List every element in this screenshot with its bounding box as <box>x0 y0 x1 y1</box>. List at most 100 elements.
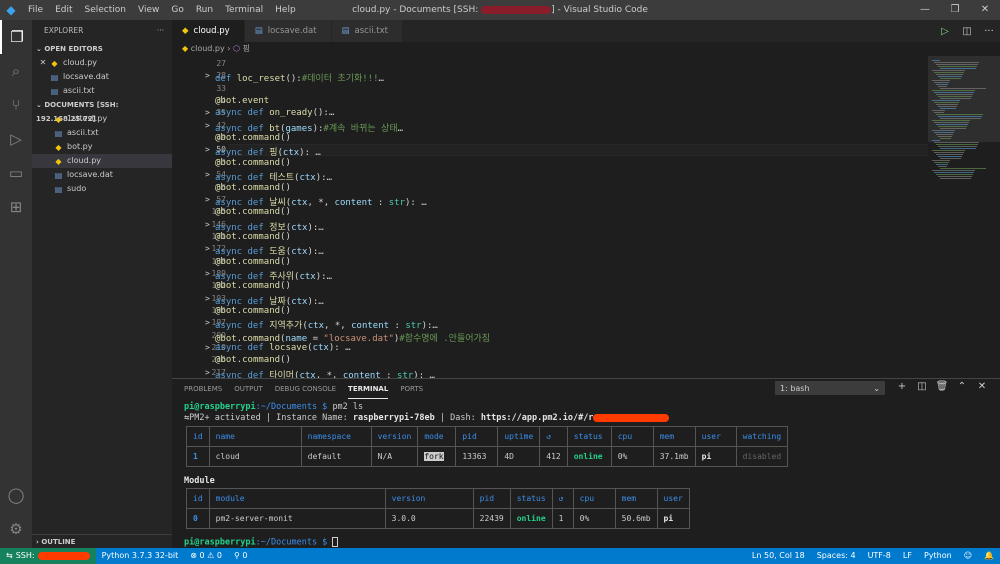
file-item[interactable]: ▤ ascii.txt <box>32 126 172 140</box>
terminal[interactable]: pi@raspberrypi:~/Documents $ pm2 ls ⇆PM2… <box>184 399 994 549</box>
fold-chevron-icon[interactable]: > <box>205 269 210 278</box>
panel-tab-ports[interactable]: PORTS <box>400 380 423 398</box>
settings-gear-icon[interactable]: ⚙ <box>0 512 32 546</box>
new-terminal-icon[interactable]: + <box>892 381 912 392</box>
notifications-bell-icon[interactable]: 🔔 <box>978 548 1000 564</box>
extensions-icon[interactable]: ⊞ <box>0 190 32 224</box>
panel-tab-output[interactable]: OUTPUT <box>234 380 263 398</box>
split-terminal-icon[interactable]: ◫ <box>912 381 932 392</box>
file-item[interactable]: ▤ locsave.dat <box>32 168 172 182</box>
ports-count[interactable]: ⚲ 0 <box>228 548 254 564</box>
cell: cloud <box>208 446 302 467</box>
fold-chevron-icon[interactable]: > <box>205 108 210 117</box>
fold-chevron-icon[interactable]: > <box>205 220 210 229</box>
open-editor-item[interactable]: ▤ ascii.txt <box>32 84 172 98</box>
explorer-icon[interactable]: ❐ <box>0 20 32 54</box>
minimap-line <box>932 140 940 141</box>
remote-explorer-icon[interactable]: ▭ <box>0 156 32 190</box>
terminal-prompt: pi@raspberrypi:~/Documents $ <box>184 537 339 548</box>
remote-indicator[interactable]: ⇆ SSH: <box>0 548 96 564</box>
code-line: @bot.command() <box>215 256 291 267</box>
minimap-line <box>938 66 977 67</box>
encoding[interactable]: UTF-8 <box>862 548 897 564</box>
menu-item-view[interactable]: View <box>132 5 165 15</box>
tab-cloud-py[interactable]: ◆ cloud.py <box>172 20 245 42</box>
panel-tab-problems[interactable]: PROBLEMS <box>184 380 222 398</box>
close-window-icon[interactable]: ✕ <box>970 0 1000 20</box>
editor-actions: ▷ ◫ ··· <box>934 20 1000 42</box>
menu-item-file[interactable]: File <box>22 5 49 15</box>
tab-locsave-dat[interactable]: ▤ locsave.dat <box>244 20 332 42</box>
python-interpreter[interactable]: Python 3.7.3 32-bit <box>96 548 185 564</box>
fold-chevron-icon[interactable]: > <box>205 121 210 130</box>
menu-item-go[interactable]: Go <box>165 5 189 15</box>
text-file-icon: ▤ <box>50 72 59 82</box>
menu-item-selection[interactable]: Selection <box>79 5 132 15</box>
minimap-line <box>936 124 968 125</box>
cell: 22439 <box>472 508 511 529</box>
cell: online <box>509 508 553 529</box>
split-editor-icon[interactable]: ◫ <box>956 26 978 37</box>
folder-section[interactable]: ⌄ DOCUMENTS [SSH: 192.168.25.72] <box>32 98 172 123</box>
current-line-highlight <box>228 144 928 157</box>
close-icon[interactable]: ✕ <box>38 56 48 70</box>
close-panel-icon[interactable]: ✕ <box>972 381 992 392</box>
menu-item-terminal[interactable]: Terminal <box>219 5 269 15</box>
fold-chevron-icon[interactable]: > <box>205 368 210 377</box>
minimap-line <box>934 162 949 163</box>
line-ending[interactable]: LF <box>897 548 918 564</box>
cell: N/A <box>370 446 419 467</box>
file-item[interactable]: ▤ sudo <box>32 182 172 196</box>
fold-chevron-icon[interactable]: > <box>205 244 210 253</box>
cell: 3.0.0 <box>384 508 474 529</box>
minimap-line <box>936 104 958 105</box>
fold-chevron-icon[interactable]: > <box>205 170 210 179</box>
open-editor-item[interactable]: ▤ locsave.dat <box>32 70 172 84</box>
menu-item-help[interactable]: Help <box>269 5 302 15</box>
fold-chevron-icon[interactable]: > <box>205 318 210 327</box>
minimize-icon[interactable]: — <box>910 0 940 20</box>
minimap-line <box>938 86 947 87</box>
feedback-icon[interactable]: ☺ <box>958 548 978 564</box>
cursor-position[interactable]: Ln 50, Col 18 <box>746 548 811 564</box>
header-cell: status <box>509 488 553 509</box>
terminal-select[interactable]: 1: bash ⌄ <box>775 381 885 395</box>
minimap[interactable] <box>928 56 1000 378</box>
file-item[interactable]: ◆ bot.py <box>32 140 172 154</box>
fold-chevron-icon[interactable]: > <box>205 71 210 80</box>
more-icon[interactable]: ··· <box>978 26 1000 37</box>
explorer-sidebar: EXPLORER ··· ⌄ OPEN EDITORS ✕ ◆ cloud.py ▤ lo… <box>32 20 172 548</box>
source-control-icon[interactable]: ⑂ <box>0 88 32 122</box>
search-icon[interactable]: ⌕ <box>0 54 32 88</box>
run-debug-icon[interactable]: ▷ <box>0 122 32 156</box>
panel-tab-terminal[interactable]: TERMINAL <box>348 380 389 399</box>
kill-terminal-icon[interactable]: 🗑 <box>932 381 952 392</box>
code-editor[interactable]: 27 28 > def loc_reset():#데이터 초기화!!!… 33 34 @bo… <box>172 56 1000 381</box>
restore-icon[interactable]: ❐ <box>940 0 970 20</box>
fold-chevron-icon[interactable]: > <box>205 145 210 154</box>
fold-chevron-icon[interactable]: > <box>205 294 210 303</box>
open-editors-section[interactable]: ⌄ OPEN EDITORS <box>32 42 172 56</box>
file-item[interactable]: ◆ cloud.py <box>32 154 172 168</box>
account-icon[interactable]: ◯ <box>0 478 32 512</box>
open-editor-item[interactable]: ✕ ◆ cloud.py <box>32 56 172 70</box>
menu-item-run[interactable]: Run <box>190 5 219 15</box>
panel-tab-debug-console[interactable]: DEBUG CONSOLE <box>275 380 336 398</box>
breadcrumb-symbol[interactable]: 핑 <box>243 44 250 53</box>
menu-item-edit[interactable]: Edit <box>49 5 78 15</box>
maximize-panel-icon[interactable]: ⌃ <box>952 381 972 392</box>
indentation[interactable]: Spaces: 4 <box>811 548 862 564</box>
text-file-icon: ▤ <box>50 86 59 96</box>
code-line: @bot.command(name = "locsave.dat")#함수명에 … <box>215 333 491 344</box>
language-mode[interactable]: Python <box>918 548 958 564</box>
problems-count[interactable]: ⊗ 0 ⚠ 0 <box>184 548 228 564</box>
cell: disabled <box>735 446 789 467</box>
tab-ascii-txt[interactable]: ▤ ascii.txt <box>331 20 403 42</box>
fold-chevron-icon[interactable]: > <box>205 195 210 204</box>
breadcrumb-file[interactable]: cloud.py <box>191 44 225 53</box>
run-file-icon[interactable]: ▷ <box>934 26 956 37</box>
minimap-line <box>936 164 948 165</box>
outline-section[interactable]: › OUTLINE <box>32 534 172 548</box>
fold-chevron-icon[interactable]: > <box>205 343 210 352</box>
more-actions-icon[interactable]: ··· <box>157 20 164 42</box>
